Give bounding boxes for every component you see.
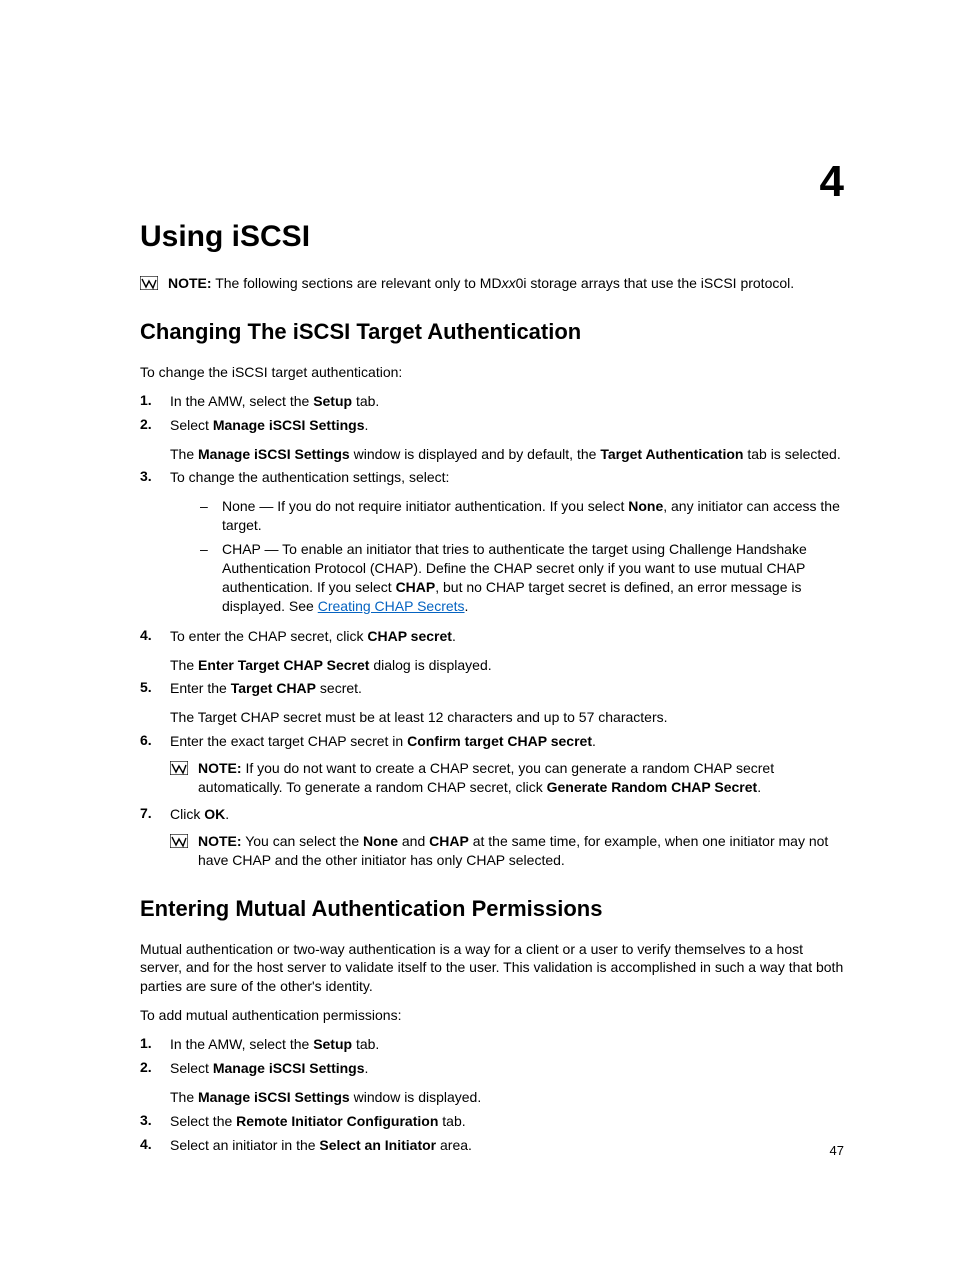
- sublist-item: – None — If you do not require initiator…: [200, 497, 844, 535]
- list-item: 7. Click OK.: [140, 805, 844, 824]
- list-item: 3. Select the Remote Initiator Configura…: [140, 1112, 844, 1131]
- list-item: 1. In the AMW, select the Setup tab.: [140, 1035, 844, 1054]
- list-item: 3. To change the authentication settings…: [140, 468, 844, 621]
- chapter-number: 4: [820, 160, 844, 204]
- list-item: 2. Select Manage iSCSI Settings. The Man…: [140, 1059, 844, 1107]
- note-block: NOTE: You can select the None and CHAP a…: [170, 832, 844, 870]
- list-item: 5. Enter the Target CHAP secret. The Tar…: [140, 679, 844, 727]
- note-block: NOTE: The following sections are relevan…: [140, 274, 844, 293]
- note-text: NOTE: The following sections are relevan…: [168, 274, 844, 293]
- list-item: 6. Enter the exact target CHAP secret in…: [140, 732, 844, 751]
- ordered-list: 7. Click OK.: [140, 805, 844, 824]
- note-text: NOTE: You can select the None and CHAP a…: [198, 832, 844, 870]
- note-block: NOTE: If you do not want to create a CHA…: [170, 759, 844, 797]
- list-item: 2. Select Manage iSCSI Settings. The Man…: [140, 416, 844, 464]
- page-title: Using iSCSI: [140, 220, 844, 254]
- sublist-item: – CHAP — To enable an initiator that tri…: [200, 540, 844, 616]
- list-item: 4. To enter the CHAP secret, click CHAP …: [140, 627, 844, 675]
- note-icon: [170, 834, 188, 848]
- section-intro: To change the iSCSI target authenticatio…: [140, 363, 844, 382]
- ordered-list: 1. In the AMW, select the Setup tab. 2. …: [140, 392, 844, 751]
- note-text: NOTE: If you do not want to create a CHA…: [198, 759, 844, 797]
- section-heading: Changing The iSCSI Target Authentication: [140, 319, 844, 345]
- page-number: 47: [830, 1143, 844, 1158]
- document-page: 4 Using iSCSI NOTE: The following sectio…: [0, 0, 954, 1268]
- body-paragraph: Mutual authentication or two-way authent…: [140, 940, 844, 997]
- list-item: 1. In the AMW, select the Setup tab.: [140, 392, 844, 411]
- link-creating-chap-secrets[interactable]: Creating CHAP Secrets: [318, 598, 465, 614]
- note-icon: [170, 761, 188, 775]
- section-heading: Entering Mutual Authentication Permissio…: [140, 896, 844, 922]
- list-item: 4. Select an initiator in the Select an …: [140, 1136, 844, 1155]
- sublist: – None — If you do not require initiator…: [200, 497, 844, 615]
- note-icon: [140, 276, 158, 290]
- body-paragraph: To add mutual authentication permissions…: [140, 1006, 844, 1025]
- ordered-list: 1. In the AMW, select the Setup tab. 2. …: [140, 1035, 844, 1154]
